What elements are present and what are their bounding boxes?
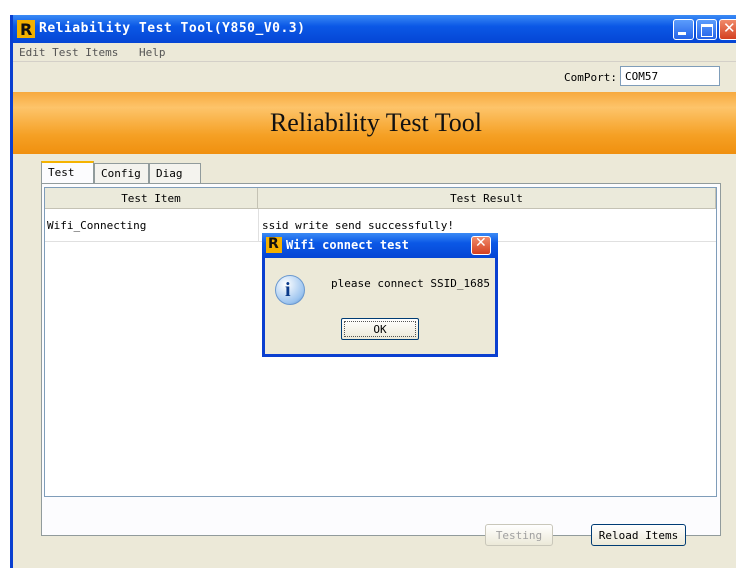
banner: Reliability Test Tool: [13, 92, 736, 154]
dialog-logo-letter: R: [268, 236, 279, 252]
tab-config[interactable]: Config: [94, 163, 149, 183]
close-icon: ✕: [475, 235, 487, 251]
dialog-title-bar[interactable]: R Wifi connect test ✕: [262, 233, 498, 258]
info-icon: i: [275, 275, 305, 305]
tab-diag[interactable]: Diag: [149, 163, 201, 183]
dialog-close-button[interactable]: ✕: [471, 235, 491, 255]
minimize-button[interactable]: [673, 19, 694, 40]
dialog-title: Wifi connect test: [286, 238, 409, 252]
menu-edit-test-items[interactable]: Edit Test Items: [19, 46, 118, 59]
reload-items-button[interactable]: Reload Items: [591, 524, 686, 546]
dialog-logo-icon: R: [266, 236, 282, 253]
menu-help[interactable]: Help: [139, 46, 166, 59]
maximize-button[interactable]: [696, 19, 717, 40]
tab-test[interactable]: Test: [41, 161, 94, 184]
title-bar[interactable]: R Reliability Test Tool(Y850_V0.3) ✕: [13, 15, 736, 43]
menu-bar: Edit Test Items Help: [13, 43, 736, 62]
testing-button[interactable]: Testing: [485, 524, 553, 546]
column-divider: [258, 209, 259, 241]
close-icon: ✕: [723, 19, 736, 37]
dialog-message: please connect SSID_1685: [331, 277, 490, 290]
comport-field[interactable]: COM57: [620, 66, 720, 86]
column-header-test-item[interactable]: Test Item: [45, 188, 258, 209]
window-title: Reliability Test Tool(Y850_V0.3): [39, 21, 306, 36]
cell-test-item: Wifi_Connecting: [47, 219, 147, 232]
logo-letter: R: [20, 20, 33, 39]
comport-label: ComPort:: [564, 71, 617, 84]
cell-test-result: ssid write send successfully!: [262, 219, 455, 232]
wifi-connect-dialog: R Wifi connect test ✕ i please connect S…: [262, 233, 498, 357]
banner-title: Reliability Test Tool: [269, 108, 483, 137]
close-button[interactable]: ✕: [719, 19, 736, 40]
column-header-test-result[interactable]: Test Result: [258, 188, 716, 209]
app-logo-icon: R: [17, 20, 35, 39]
ok-button[interactable]: OK: [341, 318, 419, 340]
